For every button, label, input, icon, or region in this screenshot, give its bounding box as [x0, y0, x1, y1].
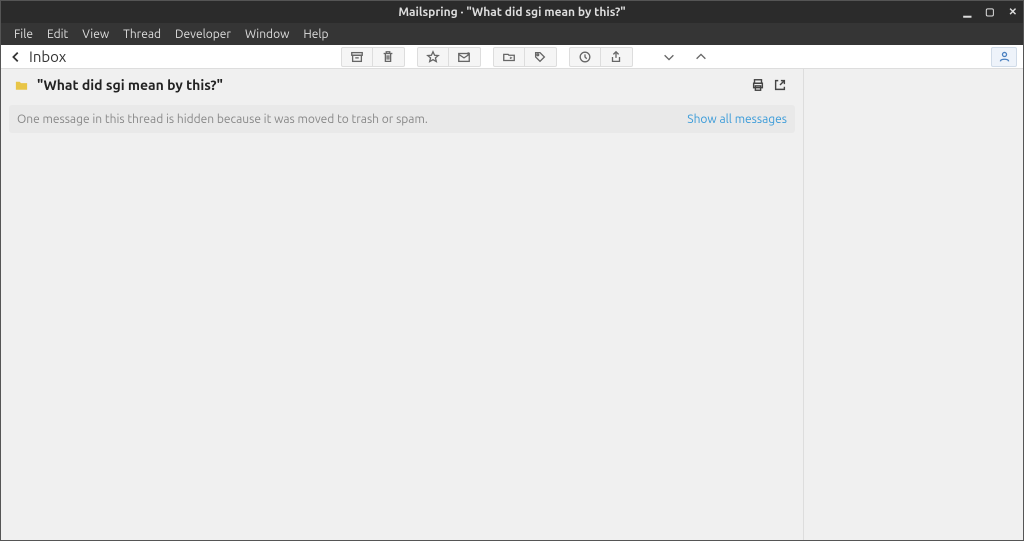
print-button[interactable] [747, 74, 769, 96]
folder-label: Inbox [29, 48, 66, 65]
menu-developer[interactable]: Developer [168, 28, 238, 41]
star-button[interactable] [417, 47, 449, 67]
close-button[interactable]: ✕ [1009, 7, 1017, 17]
mark-unread-button[interactable] [449, 47, 481, 67]
hidden-message-notice: One message in this thread is hidden bec… [9, 105, 795, 133]
subject-text: "What did sgi mean by this?" [37, 77, 223, 93]
titlebar: Mailspring · "What did sgi mean by this?… [1, 1, 1023, 23]
menu-thread[interactable]: Thread [116, 28, 168, 41]
trash-button[interactable] [373, 47, 405, 67]
account-button[interactable] [991, 47, 1017, 67]
menu-view[interactable]: View [75, 28, 116, 41]
next-thread-button[interactable] [653, 47, 685, 67]
menu-edit[interactable]: Edit [40, 28, 75, 41]
chevron-up-icon [694, 50, 708, 64]
archive-button[interactable] [341, 47, 373, 67]
window-title: Mailspring · "What did sgi mean by this?… [398, 6, 625, 19]
archive-icon [350, 50, 364, 64]
menu-help[interactable]: Help [296, 28, 335, 41]
share-icon [609, 50, 623, 64]
show-all-messages-link[interactable]: Show all messages [687, 113, 787, 126]
menu-window[interactable]: Window [238, 28, 296, 41]
menubar: File Edit View Thread Developer Window H… [1, 23, 1023, 45]
folder-move-icon [502, 50, 516, 64]
popout-button[interactable] [769, 74, 791, 96]
window-controls: ▁ ▢ ✕ [963, 1, 1017, 23]
move-folder-button[interactable] [493, 47, 525, 67]
snooze-button[interactable] [569, 47, 601, 67]
star-icon [426, 50, 440, 64]
back-button[interactable] [7, 50, 25, 64]
maximize-button[interactable]: ▢ [985, 7, 994, 17]
menu-file[interactable]: File [7, 28, 40, 41]
share-button[interactable] [601, 47, 633, 67]
chevron-left-icon [9, 50, 23, 64]
print-icon [751, 78, 765, 92]
popout-icon [773, 78, 787, 92]
person-icon [998, 50, 1011, 63]
label-button[interactable] [525, 47, 557, 67]
message-pane: "What did sgi mean by this?" One message… [1, 69, 803, 540]
notice-text: One message in this thread is hidden bec… [17, 113, 428, 126]
mail-unread-icon [457, 50, 471, 64]
subject-header: "What did sgi mean by this?" [1, 69, 803, 101]
tag-icon [533, 50, 547, 64]
trash-icon [381, 50, 395, 64]
subject-folder-icon [13, 77, 29, 93]
prev-thread-button[interactable] [685, 47, 717, 67]
toolbar: Inbox [1, 45, 1023, 69]
chevron-down-icon [662, 50, 676, 64]
minimize-button[interactable]: ▁ [963, 7, 971, 17]
clock-icon [578, 50, 592, 64]
sidebar-panel [803, 69, 1023, 540]
